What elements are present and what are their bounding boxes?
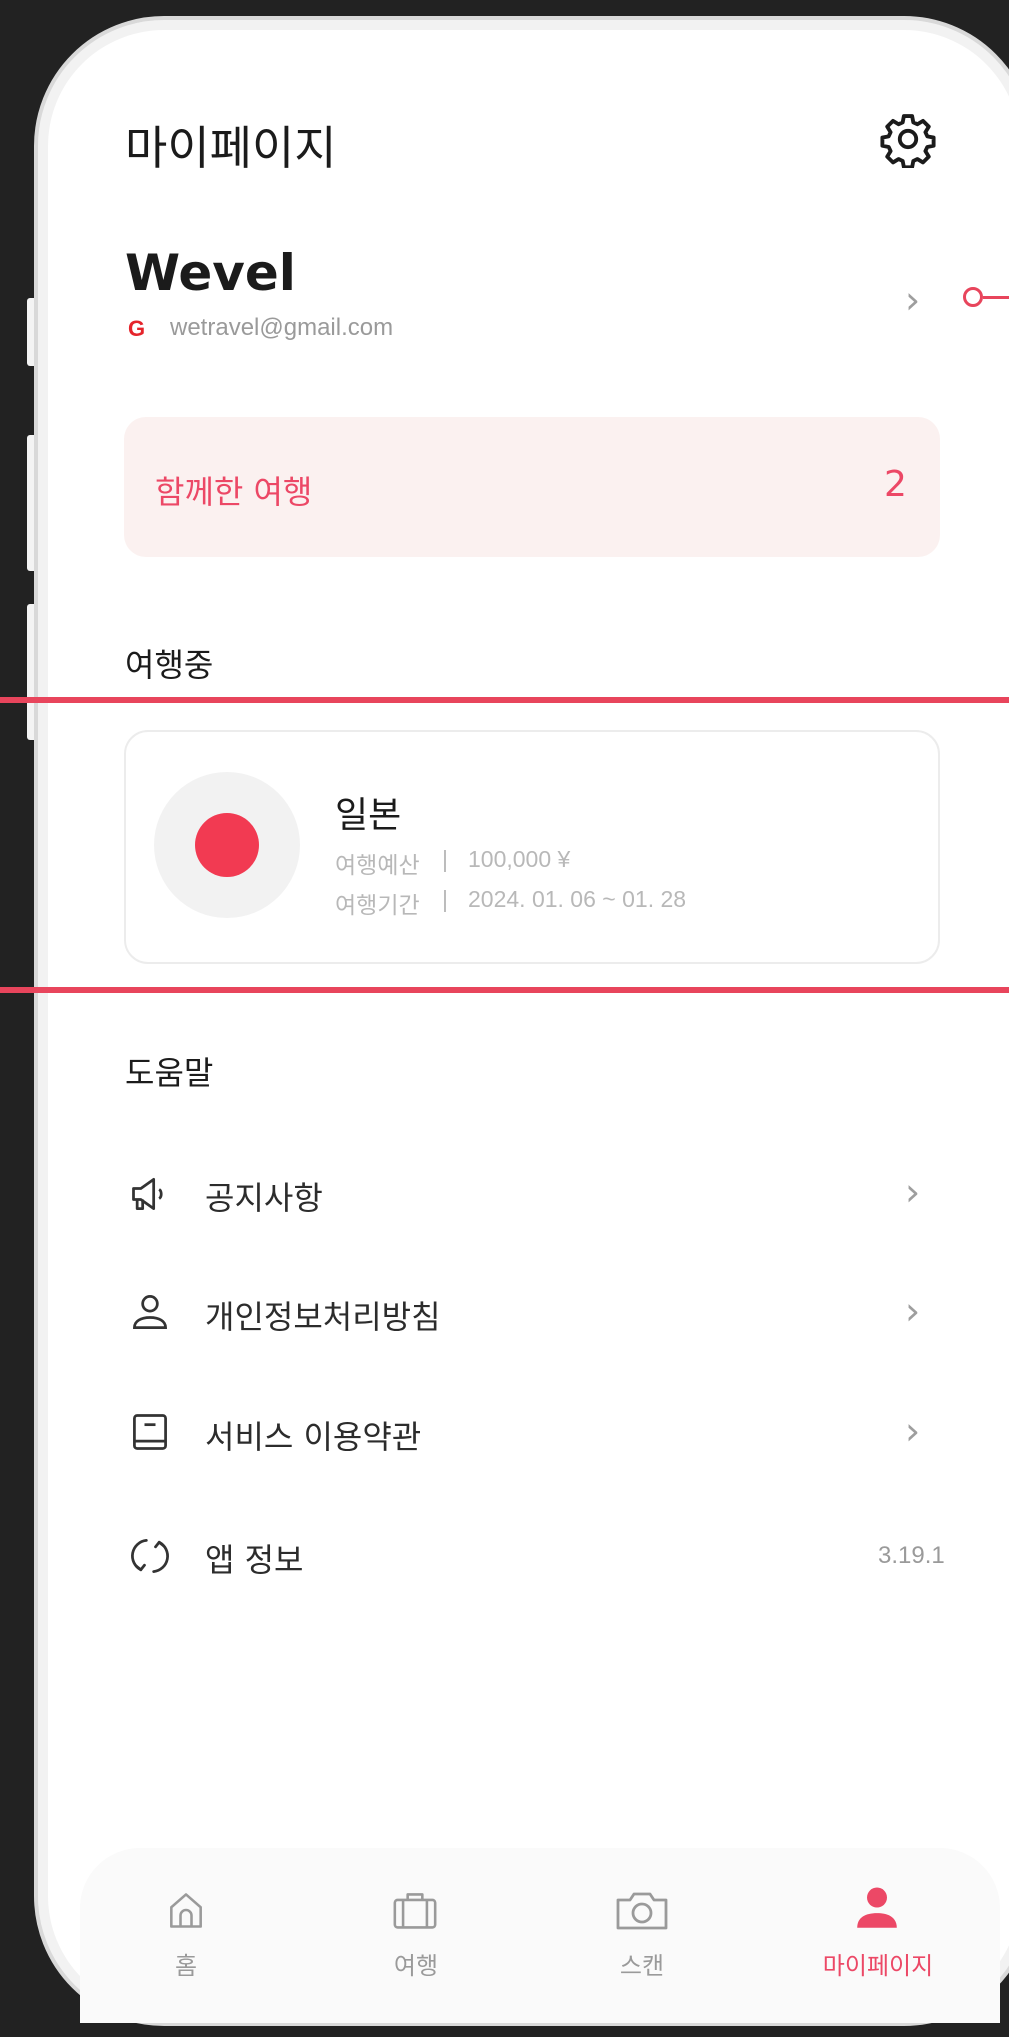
megaphone-icon — [132, 1177, 163, 1211]
callout-marker — [963, 287, 983, 307]
traveling-heading: 여행중 — [125, 646, 214, 684]
together-trips-count: 2 — [884, 464, 907, 505]
tab-label-trip: 여행 — [393, 1952, 439, 1980]
suitcase-icon — [393, 1893, 437, 1929]
trip-budget-separator: | — [442, 846, 448, 872]
my-page-screen: 마이페이지 Wevel G wetravel@gmail.com › 함께한 여… — [0, 0, 1009, 2037]
together-trips-label: 함께한 여행 — [155, 473, 313, 511]
profile-name: Wevel — [125, 244, 296, 302]
trip-period-label: 여행기간 — [335, 892, 420, 918]
profile-email: wetravel@gmail.com — [170, 314, 394, 341]
trip-budget-label: 여행예산 — [335, 852, 420, 878]
person-icon — [133, 1295, 167, 1329]
chevron-right-icon: › — [905, 1409, 921, 1453]
menu-label-notice: 공지사항 — [205, 1179, 323, 1217]
menu-label-privacy: 개인정보처리방침 — [205, 1298, 441, 1336]
bottom-tab-bar — [80, 1848, 1000, 2023]
chevron-right-icon[interactable]: › — [905, 278, 920, 322]
menu-label-app-info: 앱 정보 — [205, 1541, 304, 1579]
home-icon — [170, 1893, 202, 1928]
chevron-right-icon: › — [905, 1289, 921, 1333]
google-icon: G — [128, 316, 146, 341]
book-icon — [133, 1414, 167, 1450]
camera-icon — [616, 1892, 668, 1930]
page-title: 마이페이지 — [125, 121, 337, 175]
refresh-icon — [131, 1539, 169, 1573]
callout-line — [983, 296, 1009, 299]
tab-label-home: 홈 — [174, 1952, 198, 1980]
highlight-line-bottom — [0, 987, 1009, 993]
trip-period-value: 2024. 01. 06 ~ 01. 28 — [468, 886, 687, 912]
highlight-line-top — [0, 697, 1009, 703]
tab-label-mypage: 마이페이지 — [822, 1952, 934, 1980]
menu-label-terms: 서비스 이용약관 — [205, 1418, 422, 1456]
user-icon — [857, 1887, 897, 1928]
trip-period-separator: | — [442, 886, 448, 912]
japan-flag-icon — [195, 813, 259, 877]
trip-country: 일본 — [335, 795, 402, 836]
trip-budget-value: 100,000 ¥ — [468, 846, 571, 872]
app-version: 3.19.1 — [878, 1542, 945, 1569]
chevron-right-icon: › — [905, 1170, 921, 1214]
help-heading: 도움말 — [125, 1054, 214, 1092]
gear-icon[interactable] — [879, 110, 937, 168]
tab-label-scan: 스캔 — [619, 1952, 665, 1980]
